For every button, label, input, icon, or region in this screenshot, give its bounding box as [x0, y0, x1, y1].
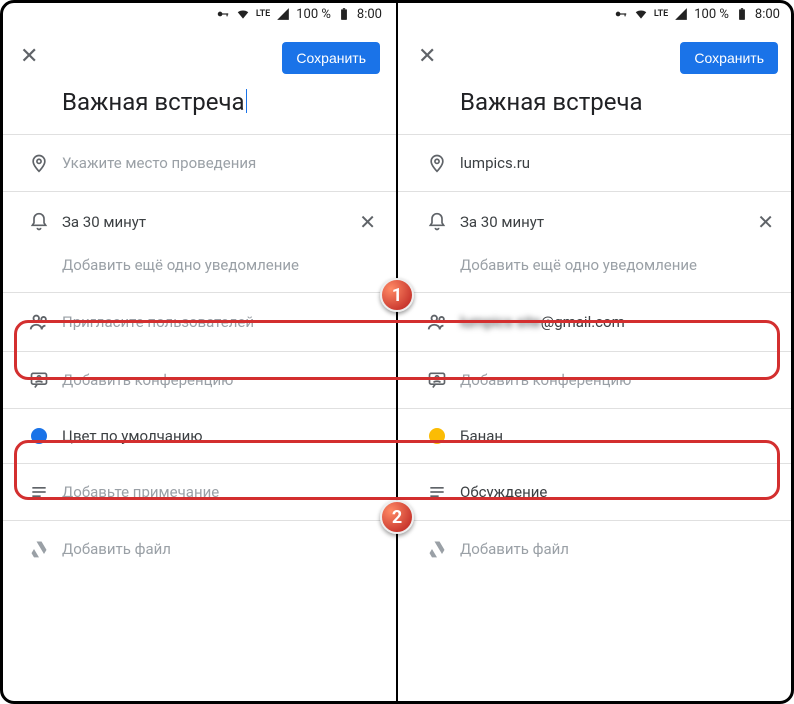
location-row[interactable]: Укажите место проведения	[0, 135, 396, 191]
chat-user-icon	[29, 370, 49, 390]
vpn-key-icon	[216, 7, 230, 21]
save-button[interactable]: Сохранить	[282, 42, 380, 74]
location-pin-icon	[427, 153, 447, 173]
cell-signal-icon	[674, 7, 688, 21]
chat-user-icon	[427, 370, 447, 390]
attach-label: Добавить файл	[460, 540, 778, 558]
add-reminder-row[interactable]: Добавить ещё одно уведомление	[398, 252, 794, 292]
add-reminder-label: Добавить ещё одно уведомление	[62, 256, 380, 274]
invite-placeholder: Пригласите пользователей	[62, 313, 380, 331]
invite-row[interactable]: lumpics site@gmail.com	[398, 293, 794, 351]
reminder-row[interactable]: За 30 минут ✕	[0, 192, 396, 252]
bell-icon	[29, 212, 49, 232]
remove-reminder-button[interactable]: ✕	[355, 210, 380, 234]
drive-icon	[427, 539, 447, 559]
color-row[interactable]: Цвет по умолчанию	[0, 409, 396, 463]
battery-icon	[735, 7, 749, 21]
network-type-label: LTE	[654, 9, 668, 19]
location-value: lumpics.ru	[460, 154, 778, 172]
color-dot-icon	[429, 428, 445, 444]
clock-label: 8:00	[755, 7, 780, 22]
status-bar: LTE 100 % 8:00	[398, 0, 794, 28]
conference-row[interactable]: Добавить конференцию	[398, 352, 794, 408]
location-placeholder: Укажите место проведения	[62, 154, 380, 172]
screen-left: LTE 100 % 8:00 ✕ Сохранить Важная встреч…	[0, 0, 396, 704]
event-title-input[interactable]: Важная встреча	[0, 74, 396, 134]
color-dot-icon	[31, 428, 47, 444]
save-button[interactable]: Сохранить	[680, 42, 778, 74]
bell-icon	[427, 212, 447, 232]
screen-right: LTE 100 % 8:00 ✕ Сохранить Важная встреч…	[398, 0, 794, 704]
notes-value: Обсуждение	[460, 483, 778, 501]
color-label: Банан	[460, 427, 778, 445]
wifi-icon	[236, 7, 250, 21]
reminder-text: За 30 минут	[460, 213, 753, 231]
notes-row[interactable]: Обсуждение	[398, 464, 794, 520]
status-bar: LTE 100 % 8:00	[0, 0, 396, 28]
color-label: Цвет по умолчанию	[62, 427, 380, 445]
network-type-label: LTE	[256, 9, 270, 19]
notes-placeholder: Добавьте примечание	[62, 483, 380, 501]
invite-row[interactable]: Пригласите пользователей	[0, 293, 396, 351]
clock-label: 8:00	[357, 7, 382, 22]
notes-row[interactable]: Добавьте примечание	[0, 464, 396, 520]
notes-icon	[29, 482, 49, 502]
color-row[interactable]: Банан	[398, 409, 794, 463]
conference-label: Добавить конференцию	[460, 371, 778, 389]
location-row[interactable]: lumpics.ru	[398, 135, 794, 191]
close-button[interactable]: ✕	[16, 42, 42, 72]
battery-pct-label: 100 %	[694, 7, 729, 22]
add-reminder-label: Добавить ещё одно уведомление	[460, 256, 778, 274]
attach-row[interactable]: Добавить файл	[0, 521, 396, 577]
people-icon	[426, 311, 448, 333]
close-button[interactable]: ✕	[414, 42, 440, 72]
notes-icon	[427, 482, 447, 502]
vpn-key-icon	[614, 7, 628, 21]
battery-icon	[337, 7, 351, 21]
invitee-email: lumpics site@gmail.com	[460, 313, 778, 331]
drive-icon	[29, 539, 49, 559]
event-title-input[interactable]: Важная встреча	[398, 74, 794, 134]
add-reminder-row[interactable]: Добавить ещё одно уведомление	[0, 252, 396, 292]
location-pin-icon	[29, 153, 49, 173]
conference-label: Добавить конференцию	[62, 371, 380, 389]
reminder-row[interactable]: За 30 минут ✕	[398, 192, 794, 252]
attach-row[interactable]: Добавить файл	[398, 521, 794, 577]
people-icon	[28, 311, 50, 333]
conference-row[interactable]: Добавить конференцию	[0, 352, 396, 408]
wifi-icon	[634, 7, 648, 21]
cell-signal-icon	[276, 7, 290, 21]
reminder-text: За 30 минут	[62, 213, 355, 231]
attach-label: Добавить файл	[62, 540, 380, 558]
remove-reminder-button[interactable]: ✕	[753, 210, 778, 234]
battery-pct-label: 100 %	[296, 7, 331, 22]
